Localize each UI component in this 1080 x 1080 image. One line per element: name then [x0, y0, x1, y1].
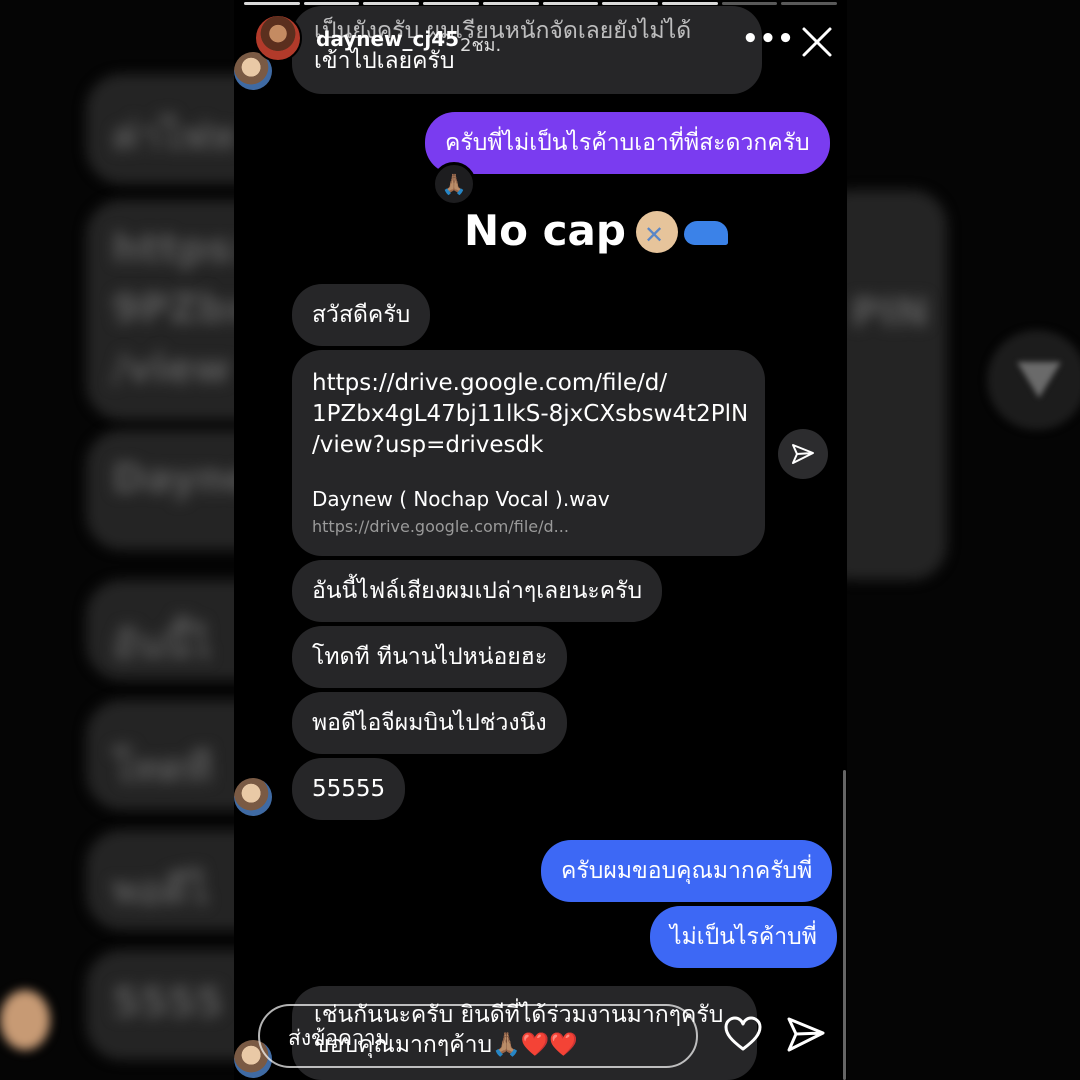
blurred-backdrop-left: ค่าไฟห https: 9PZbx /view Dayne อันนี้ไ …	[0, 0, 234, 1080]
message-bubble-outgoing: ครับผมขอบคุณมากครับพี่	[541, 840, 833, 902]
message-bubble-incoming: สวัสดีครับ	[292, 284, 431, 346]
blur-text: https:	[112, 226, 234, 272]
blur-card	[847, 190, 947, 580]
more-icon[interactable]: •••	[742, 24, 795, 54]
blur-text: พอดีไ	[112, 868, 209, 914]
man-crossing-arms-icon	[635, 211, 678, 253]
blur-text: /view	[112, 346, 231, 392]
progress-segment	[602, 2, 658, 5]
link-domain: https://drive.google.com/file/d...	[312, 517, 569, 536]
blur-text: 9PZbx	[112, 286, 234, 332]
message-bubble-incoming: 55555	[292, 758, 406, 820]
scrollbar[interactable]	[843, 770, 846, 1080]
story-author-avatar[interactable]	[254, 14, 302, 62]
progress-segment	[482, 2, 539, 5]
blur-text: อันนี้ไ	[112, 622, 211, 668]
progress-segment	[423, 2, 479, 5]
progress-segment	[363, 2, 420, 5]
avatar	[234, 778, 272, 816]
reply-placeholder: ส่งข้อความ	[288, 1026, 390, 1050]
link-preview-card[interactable]: https://drive.google.com/file/d/ 1PZbx4g…	[292, 350, 765, 556]
story-username[interactable]: daynew_cj45	[316, 27, 459, 51]
link-title: Daynew ( Nochap Vocal ).wav	[312, 487, 610, 511]
progress-segment	[542, 2, 599, 5]
cap-icon	[683, 221, 728, 245]
message-bubble-incoming: อันนี้ไฟล์เสียงผมเปล่าๆเลยนะครับ	[292, 560, 663, 622]
message-reaction[interactable]: 🙏🏽	[432, 162, 476, 206]
share-button[interactable]	[778, 429, 828, 479]
blurred-backdrop-right: PIN	[847, 0, 1080, 1080]
progress-segment	[661, 2, 718, 5]
progress-segment	[303, 2, 360, 5]
message-bubble-incoming: พอดีไอจีผมบินไปช่วงนึง	[292, 692, 567, 754]
link-url[interactable]: https://drive.google.com/file/d/ 1PZbx4g…	[312, 368, 748, 461]
progress-segment	[721, 2, 778, 5]
blur-avatar	[0, 990, 50, 1050]
message-bubble-outgoing: ไม่เป็นไรค้าบพี่	[650, 906, 837, 968]
send-icon[interactable]	[785, 1014, 827, 1056]
message-bubble-outgoing: ครับพี่ไม่เป็นไรค้าบเอาที่พี่สะดวกครับ	[425, 112, 830, 174]
progress-segment	[244, 2, 300, 5]
blur-text: 5555	[112, 980, 224, 1026]
sticker-text: No cap	[464, 206, 626, 255]
blur-text: PIN	[851, 290, 929, 336]
story-progress-bar	[244, 2, 838, 5]
blur-text: ค่าไฟห	[112, 114, 234, 160]
close-icon[interactable]	[797, 22, 837, 62]
heart-icon[interactable]	[723, 1015, 763, 1055]
share-icon	[792, 444, 814, 464]
progress-segment	[781, 2, 838, 5]
story-timestamp: 2ชม.	[460, 35, 502, 56]
no-cap-sticker: No cap	[464, 206, 728, 255]
message-bubble-incoming: โทดที ทีนานไปหน่อยฮะ	[292, 626, 568, 688]
blur-share-icon	[1017, 362, 1061, 398]
blur-text: โทดที	[112, 746, 213, 792]
blur-text: Dayne	[112, 456, 234, 502]
story-frame[interactable]: เป็นยังครับ ผมเรียนหนักจัดเลยยังไม่ได้ เ…	[234, 0, 847, 1080]
